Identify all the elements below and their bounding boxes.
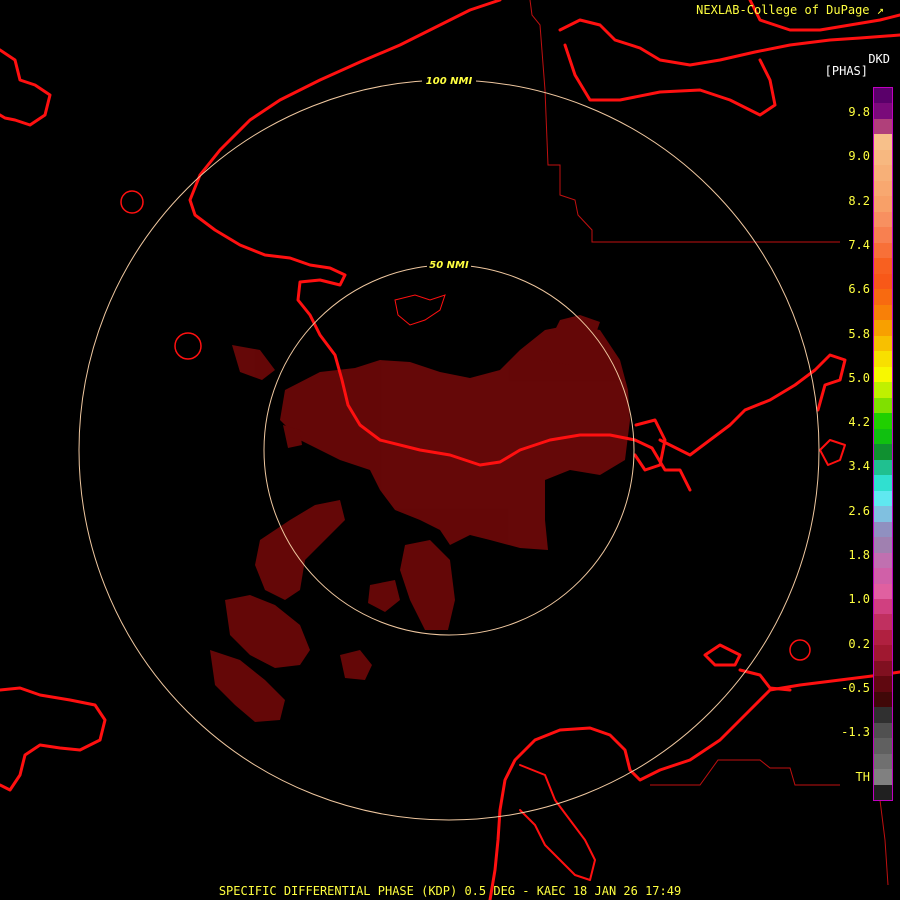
radar-display: 50 NMI 100 NMI NEXLAB-College of DuPage … xyxy=(0,0,900,900)
credit-label: NEXLAB-College of DuPage xyxy=(696,3,870,17)
color-scale-label: 0.2 xyxy=(848,636,870,651)
coast-south-peninsula xyxy=(488,670,900,900)
color-scale-segment xyxy=(874,537,892,553)
color-scale-segment xyxy=(874,753,892,770)
color-scale-label: TH xyxy=(855,769,870,784)
color-scale-segment xyxy=(874,335,892,352)
color-scale-label: -1.3 xyxy=(841,725,870,740)
color-scale-segment xyxy=(874,118,892,135)
color-scale-label: -0.5 xyxy=(841,680,870,695)
color-scale-segment xyxy=(874,273,892,290)
color-scale-segment xyxy=(874,722,892,739)
color-scale-segment xyxy=(874,784,892,801)
color-scale-segment xyxy=(874,258,892,274)
color-scale-label: 1.8 xyxy=(848,548,870,562)
echo-mid-small xyxy=(368,580,400,612)
color-scale-segment xyxy=(874,738,892,754)
color-scale-label: 9.8 xyxy=(848,105,870,119)
radar-echoes xyxy=(210,315,630,722)
echo-west-patch xyxy=(232,345,275,380)
color-scale-segment xyxy=(874,289,892,305)
color-scale-label: 6.6 xyxy=(848,282,870,297)
color-scale-segment xyxy=(874,676,892,692)
coast-south-inner xyxy=(519,764,596,881)
color-scale-segment xyxy=(874,134,892,150)
color-scale-label: 5.0 xyxy=(848,370,870,385)
echo-south-small xyxy=(340,650,372,680)
color-scale-segment xyxy=(874,304,892,321)
color-scale-segment xyxy=(874,490,892,507)
color-scale-segment xyxy=(874,320,892,336)
coast-east-cove xyxy=(633,418,667,472)
boundary-east-edge xyxy=(879,799,889,886)
color-scale-segment xyxy=(874,444,892,460)
color-scale-label: 9.0 xyxy=(848,149,870,164)
color-scale-segment xyxy=(874,614,892,630)
color-scale-segment xyxy=(874,351,892,367)
credit-logo-icon: ↗ xyxy=(876,3,884,17)
color-scale-label: 1.0 xyxy=(848,592,870,607)
color-scale-segment xyxy=(874,552,892,569)
coast-east xyxy=(658,353,847,457)
color-scale-segment xyxy=(874,583,892,599)
color-scale-segment xyxy=(874,475,892,491)
range-ring-labels: 50 NMI 100 NMI xyxy=(422,74,476,271)
range-ring-label-50: 50 NMI xyxy=(429,260,469,271)
color-scale-segment xyxy=(874,629,892,646)
color-scale-segment xyxy=(874,568,892,584)
product-title: SPECIFIC DIFFERENTIAL PHASE (KDP) 0.5 DE… xyxy=(218,884,682,898)
color-scale-segment xyxy=(874,691,892,708)
range-ring-label-100: 100 NMI xyxy=(426,76,473,87)
boundary-north xyxy=(529,0,840,243)
product-unit-label: DKD [PHAS] xyxy=(825,53,890,77)
color-scale-label: 4.2 xyxy=(848,415,870,430)
island-north xyxy=(394,294,446,326)
coast-southwest xyxy=(0,686,107,792)
color-scale-segment xyxy=(874,149,892,166)
color-scale-segment xyxy=(874,506,892,522)
color-scale-segment xyxy=(874,459,892,476)
color-scale-label: 2.6 xyxy=(848,503,870,518)
color-scale-segment xyxy=(874,598,892,615)
echo-southwest xyxy=(225,595,310,668)
color-scale-segment xyxy=(874,769,892,785)
color-scale-segment xyxy=(874,227,892,243)
color-scale-label: 8.2 xyxy=(848,193,870,208)
color-scale-segment xyxy=(874,660,892,677)
color-scale-segment xyxy=(874,196,892,212)
color-scale-segment xyxy=(874,521,892,538)
color-scale-segment xyxy=(874,707,892,723)
color-scale-segment xyxy=(874,366,892,383)
color-scale-segment xyxy=(874,413,892,429)
lake-southeast xyxy=(789,639,811,661)
color-scale-label: 7.4 xyxy=(848,237,870,252)
color-scale-segment xyxy=(874,211,892,228)
color-scale-segment xyxy=(874,165,892,181)
echo-south-band xyxy=(255,500,345,600)
color-scale-segment xyxy=(874,397,892,414)
color-scale-segment xyxy=(874,242,892,259)
color-scale-segment xyxy=(874,103,892,119)
color-scale-segment xyxy=(874,180,892,197)
color-scale-segment xyxy=(874,428,892,445)
coast-south-lake xyxy=(703,643,742,667)
lake-nw xyxy=(120,190,144,214)
color-scale-segment xyxy=(874,88,892,104)
product-code: DKD xyxy=(868,52,890,66)
lake-west xyxy=(174,332,202,360)
radar-map: 50 NMI 100 NMI xyxy=(0,0,900,900)
color-scale-bar xyxy=(873,87,893,801)
color-scale-segment xyxy=(874,382,892,398)
color-scale-label: 3.4 xyxy=(848,459,870,474)
product-unit: [PHAS] xyxy=(824,64,868,78)
coast-west-lake xyxy=(0,48,52,127)
credit-text: NEXLAB-College of DuPage ↗ xyxy=(696,3,884,17)
echo-south-center xyxy=(400,540,455,630)
color-scale-label: 5.8 xyxy=(848,326,870,341)
color-scale-segment xyxy=(874,645,892,661)
